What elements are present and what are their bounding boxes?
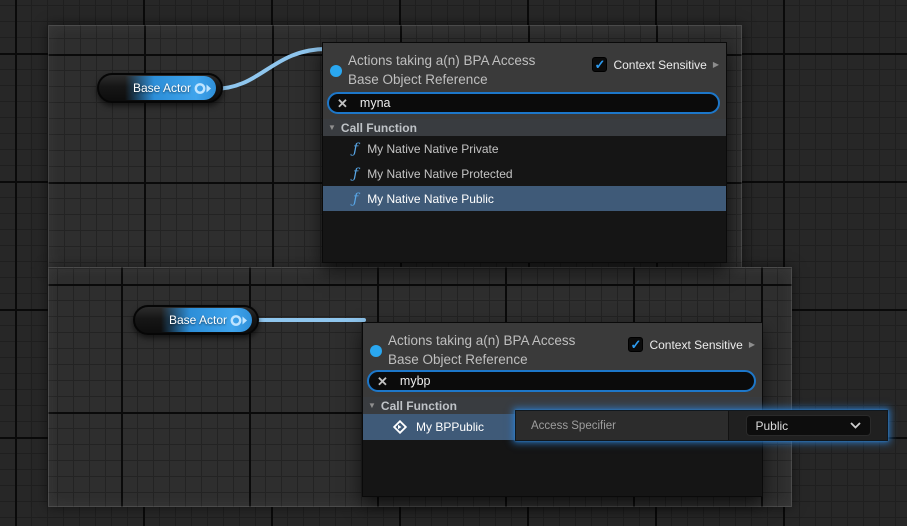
search-input[interactable]: [400, 374, 746, 388]
dropdown-selected-value: Public: [756, 419, 789, 433]
menu-title-line2: Base Object Reference: [388, 350, 575, 369]
node-title: Base Actor: [133, 75, 191, 101]
node-title: Base Actor: [169, 307, 227, 333]
access-specifier-tooltip: Access Specifier Public: [515, 410, 888, 441]
category-label: Call Function: [341, 121, 417, 135]
menu-title-line1: Actions taking a(n) BPA Access: [388, 331, 575, 350]
function-icon: ƒ: [353, 192, 358, 206]
context-sensitive-label: Context Sensitive: [649, 338, 742, 352]
item-label: My Native Native Private: [367, 142, 498, 156]
base-actor-node-2[interactable]: Base Actor: [133, 305, 259, 335]
search-input[interactable]: [360, 96, 710, 110]
base-actor-node-1[interactable]: Base Actor: [97, 73, 223, 103]
list-empty-area: [363, 440, 762, 496]
tooltip-label-cell: Access Specifier: [516, 411, 729, 440]
object-output-pin-icon[interactable]: [230, 314, 248, 327]
menu-title: Actions taking a(n) BPA Access Base Obje…: [388, 331, 575, 369]
checkmark-icon: ✓: [631, 338, 642, 351]
submenu-arrow-icon[interactable]: ▶: [713, 60, 719, 69]
menu-header: Actions taking a(n) BPA Access Base Obje…: [323, 43, 726, 119]
submenu-arrow-icon[interactable]: ▶: [749, 340, 755, 349]
menu-title-line2: Base Object Reference: [348, 70, 535, 89]
list-item-selected[interactable]: ƒ My Native Native Public: [323, 186, 726, 211]
item-label: My Native Native Protected: [367, 167, 512, 181]
item-label: My Native Native Public: [367, 192, 494, 206]
blueprint-function-icon: [393, 420, 407, 434]
blueprint-action-menu-1: Actions taking a(n) BPA Access Base Obje…: [322, 42, 727, 263]
dragged-pin-dot-icon: [330, 65, 342, 77]
category-label: Call Function: [381, 399, 457, 413]
menu-title: Actions taking a(n) BPA Access Base Obje…: [348, 51, 535, 89]
collapse-triangle-icon[interactable]: ▼: [328, 123, 336, 132]
list-item[interactable]: ƒ My Native Native Private: [323, 136, 726, 161]
category-call-function[interactable]: ▼ Call Function: [323, 119, 726, 136]
menu-title-line1: Actions taking a(n) BPA Access: [348, 51, 535, 70]
dragged-pin-dot-icon: [370, 345, 382, 357]
item-label: My BPPublic: [416, 420, 484, 434]
context-sensitive-toggle[interactable]: ✓ Context Sensitive ▶: [592, 57, 719, 72]
context-sensitive-checkbox[interactable]: ✓: [628, 337, 643, 352]
access-specifier-dropdown[interactable]: Public: [746, 415, 871, 436]
chevron-down-icon: [850, 422, 861, 429]
list-item[interactable]: ƒ My Native Native Protected: [323, 161, 726, 186]
collapse-triangle-icon[interactable]: ▼: [368, 401, 376, 410]
object-output-pin-icon[interactable]: [194, 82, 212, 95]
action-list: ▼ Call Function ƒ My Native Native Priva…: [323, 119, 726, 262]
menu-header: Actions taking a(n) BPA Access Base Obje…: [363, 323, 762, 397]
function-icon: ƒ: [353, 142, 358, 156]
checkmark-icon: ✓: [595, 58, 606, 71]
function-icon: ƒ: [353, 167, 358, 181]
search-box[interactable]: ✕: [327, 92, 720, 114]
clear-search-icon[interactable]: ✕: [337, 97, 348, 110]
list-empty-area: [323, 211, 726, 262]
context-sensitive-label: Context Sensitive: [613, 58, 706, 72]
search-box[interactable]: ✕: [367, 370, 756, 392]
tooltip-value-cell: Public: [729, 411, 887, 440]
context-sensitive-toggle[interactable]: ✓ Context Sensitive ▶: [628, 337, 755, 352]
clear-search-icon[interactable]: ✕: [377, 375, 388, 388]
context-sensitive-checkbox[interactable]: ✓: [592, 57, 607, 72]
access-specifier-label: Access Specifier: [531, 420, 616, 432]
